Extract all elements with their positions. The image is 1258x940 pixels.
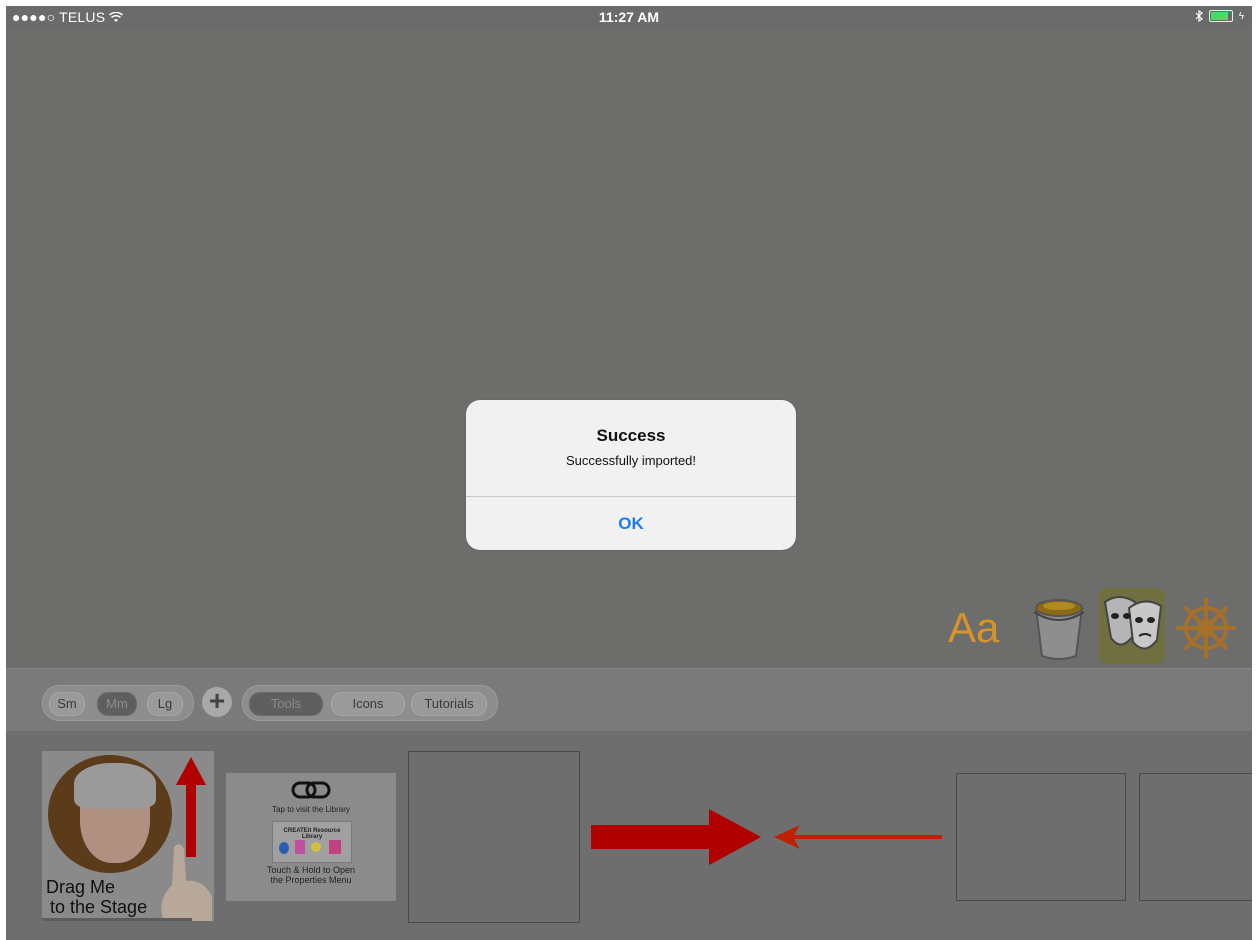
empty-slot-3[interactable] [1139,773,1252,901]
bottom-toolbar: Sm Mm Lg + Tools Icons Tutorials [6,668,1252,732]
size-mm-button[interactable]: Mm [97,692,137,716]
ok-button[interactable]: OK [466,497,796,550]
alert-title: Success [596,426,666,445]
library-hold-line1: Touch & Hold to Open [266,865,356,875]
bluetooth-icon [1195,10,1203,22]
link-icon [291,781,331,799]
empty-slot-2[interactable] [956,773,1126,901]
tab-tutorials[interactable]: Tutorials [411,692,487,716]
library-hold-line2: the Properties Menu [270,875,352,885]
app-frame: ●●●●○ TELUS 11:27 AM ϟ Aa Sm Mm Lg + Too… [6,6,1252,940]
library-preview-image: CREATEit Resource Library [272,821,352,863]
ship-wheel-icon[interactable] [1172,594,1240,662]
drag-me-line2: to the Stage [50,897,148,917]
tab-icons[interactable]: Icons [331,692,405,716]
library-hold-text: Touch & Hold to Open the Properties Menu [226,865,396,885]
tab-tools[interactable]: Tools [249,692,323,716]
status-bar: ●●●●○ TELUS 11:27 AM ϟ [6,6,1252,28]
stage-area[interactable] [6,28,1252,668]
text-tool-button[interactable]: Aa [948,604,999,652]
add-button[interactable]: + [202,687,232,717]
tab-segmented-control: Tools Icons Tutorials [242,685,498,721]
right-arrow-icon [591,809,761,865]
size-lg-button[interactable]: Lg [147,692,183,716]
size-sm-button[interactable]: Sm [49,692,85,716]
library-link-card[interactable]: Tap to visit the Library CREATEit Resour… [226,773,396,901]
hair-image [74,763,156,809]
drag-me-line1: Drag Me [46,877,116,897]
status-time: 11:27 AM [598,9,660,25]
drag-me-card[interactable]: Drag Me to the Stage [42,751,214,921]
size-segmented-control: Sm Mm Lg [42,685,194,721]
tile-tray: Drag Me to the Stage Tap to visit the Li… [6,731,1252,940]
card-scroll-indicator [42,918,192,921]
drag-me-label: Drag Me to the Stage [46,877,147,917]
hand-icon [161,844,212,921]
library-tap-text: Tap to visit the Library [272,805,350,814]
alert-message: Successfully imported! [565,453,697,468]
charging-icon: ϟ [1238,10,1244,22]
success-alert: Success Successfully imported! OK [466,400,796,550]
library-preview-title: CREATEit Resource Library [283,828,341,840]
empty-slot-1[interactable] [408,751,580,923]
paint-bucket-icon[interactable] [1028,594,1090,662]
left-arrow-icon [774,825,942,849]
status-right: ϟ [1195,10,1244,22]
battery-icon [1208,10,1233,22]
theater-mask-icon[interactable] [1099,588,1165,664]
